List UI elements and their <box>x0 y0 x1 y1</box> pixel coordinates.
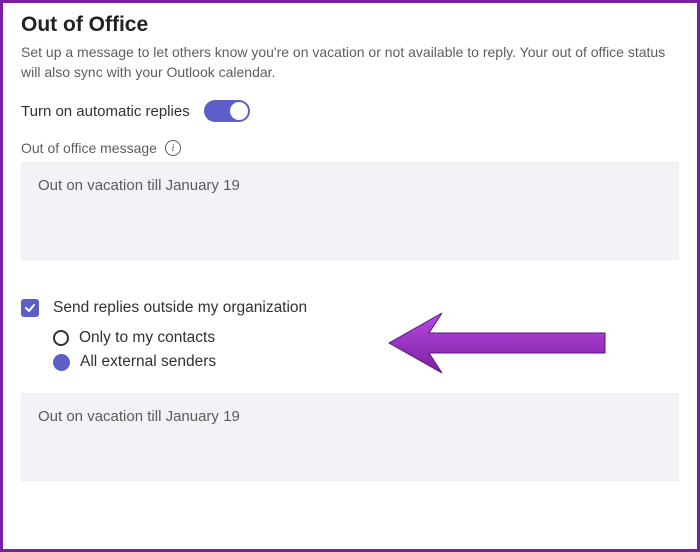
radio-all-row[interactable]: All external senders <box>53 353 679 371</box>
internal-message-label: Out of office message <box>21 140 157 156</box>
radio-all[interactable] <box>53 354 70 371</box>
radio-all-label: All external senders <box>80 353 216 371</box>
info-icon[interactable]: i <box>165 140 181 156</box>
external-replies-checkbox[interactable] <box>21 299 39 317</box>
check-icon <box>24 302 36 314</box>
toggle-knob <box>230 102 248 120</box>
auto-replies-row: Turn on automatic replies <box>21 100 679 122</box>
internal-message-input[interactable] <box>21 162 679 260</box>
external-message-input[interactable] <box>21 393 679 481</box>
page-title: Out of Office <box>21 13 679 37</box>
auto-replies-label: Turn on automatic replies <box>21 103 190 120</box>
page-description: Set up a message to let others know you'… <box>21 43 679 82</box>
internal-message-header: Out of office message i <box>21 140 679 156</box>
radio-contacts-row[interactable]: Only to my contacts <box>53 329 679 347</box>
radio-contacts[interactable] <box>53 330 69 346</box>
radio-contacts-label: Only to my contacts <box>79 329 215 347</box>
external-scope-group: Only to my contacts All external senders <box>21 329 679 371</box>
external-replies-label: Send replies outside my organization <box>53 299 307 317</box>
auto-replies-toggle[interactable] <box>204 100 250 122</box>
external-replies-row: Send replies outside my organization <box>21 299 679 317</box>
